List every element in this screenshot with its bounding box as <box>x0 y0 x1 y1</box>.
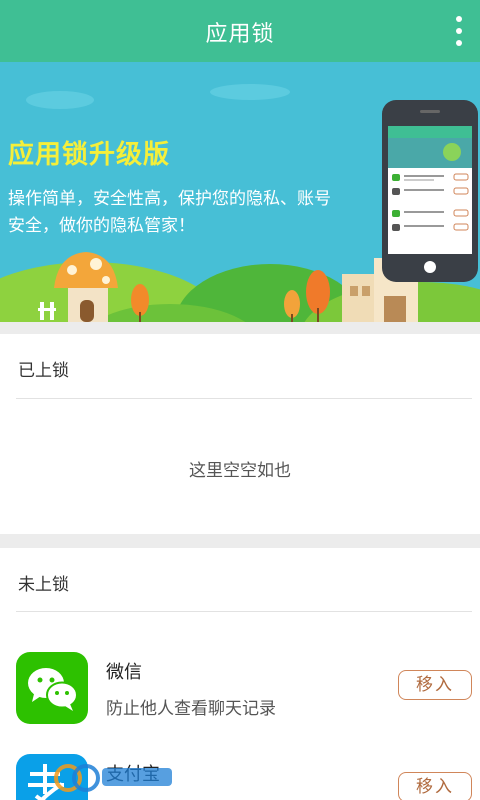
empty-state-text: 这里空空如也 <box>189 461 291 481</box>
promo-banner[interactable]: 应用锁升级版 操作简单，安全性高，保护您的隐私、账号安全，做你的隐私管家！ <box>0 62 480 322</box>
watermark-logo <box>54 764 172 792</box>
locked-apps-section: 已上锁 这里空空如也 <box>0 334 480 534</box>
move-in-button[interactable]: 移入 <box>398 772 472 800</box>
locked-section-title: 已上锁 <box>18 361 69 381</box>
banner-headline: 应用锁升级版 <box>8 140 171 170</box>
title-bar: 应用锁 <box>0 0 480 62</box>
more-menu-icon[interactable] <box>448 12 470 50</box>
divider <box>16 611 472 612</box>
unlocked-section-title: 未上锁 <box>18 575 69 595</box>
banner-description: 操作简单，安全性高，保护您的隐私、账号安全，做你的隐私管家！ <box>8 189 331 236</box>
app-name: 微信 <box>106 662 142 683</box>
page-title: 应用锁 <box>205 22 275 47</box>
list-item-wechat[interactable]: 微信 防止他人查看聊天记录 移入 <box>0 630 480 730</box>
divider <box>16 398 472 399</box>
wechat-icon <box>16 652 88 724</box>
app-description: 防止他人查看聊天记录 <box>106 699 276 719</box>
move-in-button[interactable]: 移入 <box>398 670 472 700</box>
